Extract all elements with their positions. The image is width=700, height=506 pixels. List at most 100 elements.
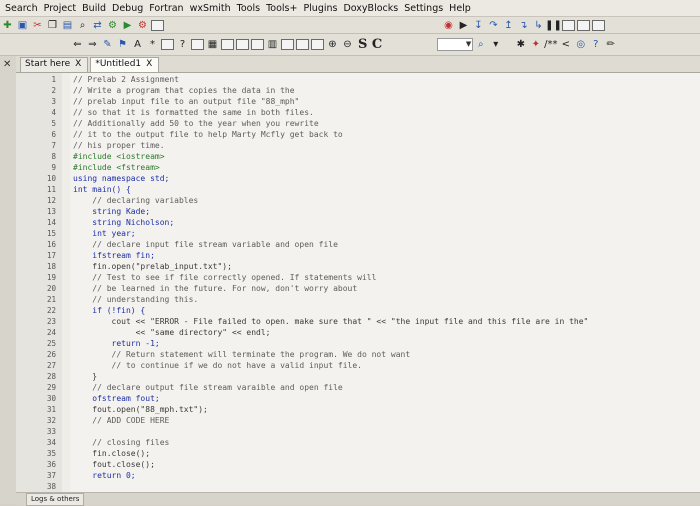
code-line[interactable]: 28 } xyxy=(16,372,700,382)
menu-help[interactable]: Help xyxy=(446,3,474,14)
bug-icon[interactable]: ✱ xyxy=(514,38,527,51)
close-tab-icon[interactable]: X xyxy=(146,59,152,69)
settings-gear-icon[interactable]: ⚙ xyxy=(106,19,119,32)
pencil-icon[interactable]: ✏ xyxy=(604,38,617,51)
toggle-6-icon[interactable] xyxy=(311,39,324,50)
replace-icon[interactable]: ⇄ xyxy=(91,19,104,32)
code-line[interactable]: 32 // ADD CODE HERE xyxy=(16,416,700,426)
menu-build[interactable]: Build xyxy=(79,3,109,14)
jump-forward-icon[interactable]: ⇒ xyxy=(86,38,99,51)
code-line[interactable]: 31 fout.open("88_mph.txt"); xyxy=(16,405,700,415)
menu-plugins[interactable]: Plugins xyxy=(300,3,340,14)
pause-icon[interactable]: ❚❚ xyxy=(545,19,562,32)
stop-icon[interactable] xyxy=(562,19,575,31)
code-line[interactable]: 37 return 0; xyxy=(16,471,700,481)
code-editor[interactable]: 1 // Prelab 2 Assignment 2 // Write a progr… xyxy=(16,73,700,492)
symbol-search-icon[interactable]: ⌕ xyxy=(474,38,487,51)
grid-icon[interactable]: ▦ xyxy=(206,38,219,51)
code-line[interactable]: 17 ifstream fin; xyxy=(16,251,700,261)
code-line[interactable]: 26 // Return statement will terminate th… xyxy=(16,350,700,360)
code-line[interactable]: 4 // so that it is formatted the same in … xyxy=(16,108,700,118)
toggle-4-icon[interactable] xyxy=(281,39,294,50)
breakpoint-icon[interactable]: ✦ xyxy=(529,38,542,51)
code-line[interactable]: 29 // declare output file stream varaibl… xyxy=(16,383,700,393)
code-line[interactable]: 11 int main() { xyxy=(16,185,700,195)
selection-icon[interactable] xyxy=(161,39,174,50)
code-line[interactable]: 3 // prelab input file to an output file … xyxy=(16,97,700,107)
code-line[interactable]: 12 // declaring variables xyxy=(16,196,700,206)
new-file-icon[interactable]: ✚ xyxy=(1,19,14,32)
code-line[interactable]: 22 if (!fin) { xyxy=(16,306,700,316)
code-line[interactable]: 13 string Kade; xyxy=(16,207,700,217)
code-line[interactable]: 8 #include <iostream> xyxy=(16,152,700,162)
copy-icon[interactable]: ❐ xyxy=(46,19,59,32)
menu-debug[interactable]: Debug xyxy=(109,3,146,14)
code-line[interactable]: 35 fin.close(); xyxy=(16,449,700,459)
doxy-icon[interactable]: ◎ xyxy=(574,38,587,51)
code-line[interactable]: 34 // closing files xyxy=(16,438,700,448)
menu-settings[interactable]: Settings xyxy=(401,3,446,14)
code-line[interactable]: 24 << "same directory" << endl; xyxy=(16,328,700,338)
code-line[interactable]: 27 // to continue if we do not have a va… xyxy=(16,361,700,371)
find-icon[interactable]: ⌕ xyxy=(76,19,89,32)
class-browser-icon[interactable]: ▾ xyxy=(489,38,502,51)
code-line[interactable]: 16 // declare input file stream variable… xyxy=(16,240,700,250)
highlight-icon[interactable]: ✎ xyxy=(101,38,114,51)
debug-window-icon[interactable] xyxy=(577,19,590,31)
next-line-icon[interactable]: ↴ xyxy=(517,19,530,32)
code-line[interactable]: 33 xyxy=(16,427,700,437)
menu-wxsmith[interactable]: wxSmith xyxy=(187,3,234,14)
regex-icon[interactable]: ? xyxy=(176,38,189,51)
block-comment-icon[interactable] xyxy=(191,39,204,50)
cut-icon[interactable]: ✂ xyxy=(31,19,44,32)
code-line[interactable]: 19 // Test to see if file correctly open… xyxy=(16,273,700,283)
code-line[interactable]: 36 fout.close(); xyxy=(16,460,700,470)
menu-project[interactable]: Project xyxy=(41,3,80,14)
font-icon[interactable]: A xyxy=(131,38,144,51)
menu-tools[interactable]: Tools xyxy=(234,3,263,14)
debug-icon[interactable]: ◉ xyxy=(442,19,455,32)
code-line[interactable]: 7 // his proper time. xyxy=(16,141,700,151)
tab-start-here[interactable]: Start here X xyxy=(20,57,89,72)
close-tab-icon[interactable]: X xyxy=(75,59,81,69)
scope-select[interactable]: ▼ xyxy=(437,38,474,51)
run-icon[interactable]: ▶ xyxy=(121,19,134,32)
close-panel-icon[interactable]: ✕ xyxy=(3,59,11,70)
step-into-icon[interactable]: ↧ xyxy=(472,19,485,32)
debug-run-icon[interactable]: ▶ xyxy=(457,19,470,32)
paste-icon[interactable]: ▤ xyxy=(61,19,74,32)
code-line[interactable]: 15 int year; xyxy=(16,229,700,239)
match-case-icon[interactable]: * xyxy=(146,38,159,51)
sc-button[interactable]: S C xyxy=(358,37,382,52)
comment-icon[interactable]: /** xyxy=(544,38,557,51)
build-run-icon[interactable]: ⚙ xyxy=(136,19,149,32)
code-line[interactable]: 18 fin.open("prelab_input.txt"); xyxy=(16,262,700,272)
code-line[interactable]: 30 ofstream fout; xyxy=(16,394,700,404)
step-out-icon[interactable]: ↥ xyxy=(502,19,515,32)
step-instruction-icon[interactable]: ↳ xyxy=(532,19,545,32)
tab-untitled1[interactable]: *Untitled1 X xyxy=(90,57,160,72)
doc-icon[interactable]: < xyxy=(559,38,572,51)
code-line[interactable]: 23 cout << "ERROR - File failed to open.… xyxy=(16,317,700,327)
toggle-3-icon[interactable] xyxy=(251,39,264,50)
toggle-2-icon[interactable] xyxy=(236,39,249,50)
help-icon[interactable]: ? xyxy=(589,38,602,51)
jump-back-icon[interactable]: ⇐ xyxy=(71,38,84,51)
code-line[interactable]: 10 using namespace std; xyxy=(16,174,700,184)
step-over-icon[interactable]: ↷ xyxy=(487,19,500,32)
zoom-in-icon[interactable]: ⊕ xyxy=(326,38,339,51)
open-icon[interactable]: ▣ xyxy=(16,19,29,32)
code-line[interactable]: 20 // be learned in the future. For now,… xyxy=(16,284,700,294)
code-line[interactable]: 14 string Nicholson; xyxy=(16,218,700,228)
menu-search[interactable]: Search xyxy=(2,3,41,14)
toggle-5-icon[interactable] xyxy=(296,39,309,50)
code-line[interactable]: 38 xyxy=(16,482,700,492)
code-line[interactable]: 1 // Prelab 2 Assignment xyxy=(16,75,700,85)
code-line[interactable]: 25 return -1; xyxy=(16,339,700,349)
code-line[interactable]: 2 // Write a program that copies the data… xyxy=(16,86,700,96)
code-line[interactable]: 9 #include <fstream> xyxy=(16,163,700,173)
bookmark-icon[interactable]: ⚑ xyxy=(116,38,129,51)
split-icon[interactable]: ▥ xyxy=(266,38,279,51)
code-line[interactable]: 6 // it to the output file to help Marty … xyxy=(16,130,700,140)
info-icon[interactable] xyxy=(592,19,605,31)
